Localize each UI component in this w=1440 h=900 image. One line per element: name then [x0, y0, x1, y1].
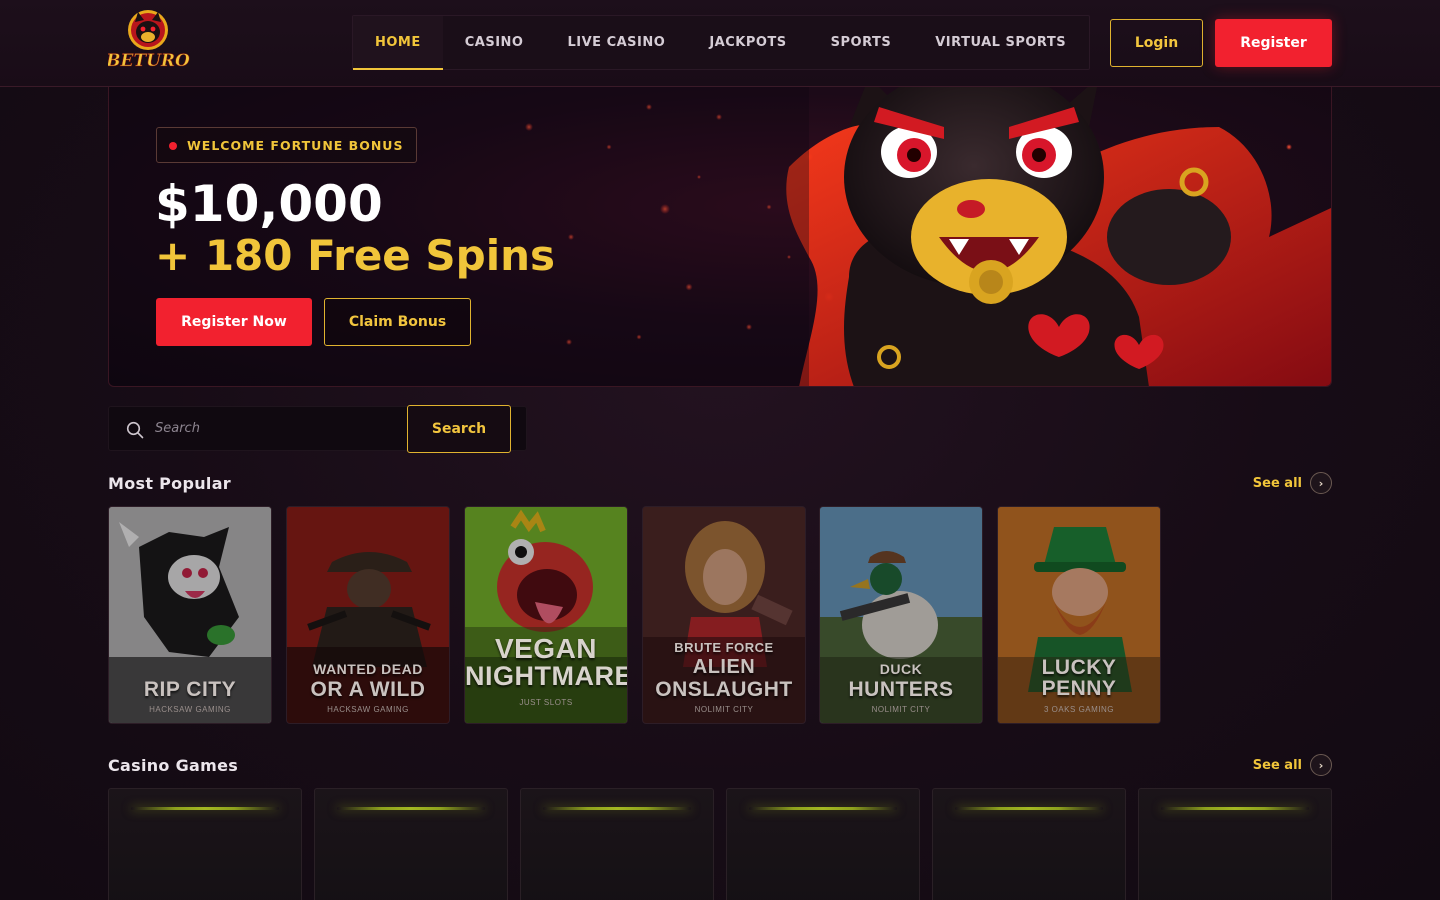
see-all-label: See all [1252, 757, 1302, 773]
search-icon [126, 421, 144, 439]
casino-game-card-placeholder[interactable] [314, 788, 508, 900]
register-button[interactable]: Register [1215, 19, 1332, 67]
loading-glow [543, 807, 691, 810]
game-title-line1: DUCK [879, 661, 923, 677]
game-provider: HACKSAW GAMING [327, 705, 409, 714]
nav-home[interactable]: HOME [353, 16, 443, 70]
game-title-line1: VEGAN [494, 633, 598, 664]
welcome-bonus-badge: WELCOME FORTUNE BONUS [156, 127, 418, 163]
game-provider: HACKSAW GAMING [149, 705, 231, 714]
loading-glow [749, 807, 897, 810]
game-title-line1: ALIEN [692, 656, 756, 678]
game-title-line1: LUCKY [1041, 656, 1117, 679]
logo-text: BETURO [108, 51, 190, 71]
site-header: BETURO HOME CASINO LIVE CASINO JACKPOTS … [0, 0, 1440, 87]
main-nav: HOME CASINO LIVE CASINO JACKPOTS SPORTS … [352, 15, 1090, 70]
beturo-logo[interactable]: BETURO [105, 8, 190, 74]
most-popular-see-all[interactable]: See all › [1253, 472, 1332, 494]
loading-glow [1161, 807, 1309, 810]
game-card-lucky-penny[interactable]: LUCKY PENNY 3 OAKS GAMING [997, 506, 1161, 724]
claim-bonus-button[interactable]: Claim Bonus [324, 298, 471, 346]
loading-glow [955, 807, 1103, 810]
casino-game-card-placeholder[interactable] [108, 788, 302, 900]
hero-free-spins: + 180 Free Spins [155, 231, 556, 280]
game-title: RIP CITY [143, 678, 237, 701]
register-now-button[interactable]: Register Now [156, 298, 312, 346]
loading-glow [337, 807, 485, 810]
cat-logo-icon: BETURO [105, 10, 190, 71]
see-all-label: See all [1252, 475, 1302, 491]
loading-glow [131, 807, 279, 810]
game-title-line2: OR A WILD [310, 678, 426, 701]
casino-game-card-placeholder[interactable] [726, 788, 920, 900]
badge-label: WELCOME FORTUNE BONUS [187, 137, 404, 153]
game-card-alien-onslaught[interactable]: BRUTE FORCE ALIEN ONSLAUGHT NOLIMIT CITY [642, 506, 806, 724]
hero-banner: WELCOME FORTUNE BONUS $10,000 + 180 Free… [108, 87, 1332, 387]
badge-dot-icon [169, 142, 177, 150]
game-card-duck-hunters[interactable]: DUCK HUNTERS NOLIMIT CITY [819, 506, 983, 724]
casino-game-card-placeholder[interactable] [932, 788, 1126, 900]
game-provider: 3 OAKS GAMING [1043, 705, 1115, 714]
casino-game-card-placeholder[interactable] [520, 788, 714, 900]
game-title-line2: HUNTERS [848, 678, 954, 701]
nav-live-casino[interactable]: LIVE CASINO [545, 16, 687, 69]
game-card-rip-city[interactable]: RIP CITY HACKSAW GAMING [108, 506, 272, 724]
game-card-wanted-dead-or-a-wild[interactable]: WANTED DEAD OR A WILD HACKSAW GAMING [286, 506, 450, 724]
game-provider: NOLIMIT CITY [871, 705, 931, 714]
chevron-right-icon: › [1310, 754, 1332, 776]
login-button[interactable]: Login [1110, 19, 1203, 67]
search-button[interactable]: Search [407, 405, 511, 453]
casino-games-title: Casino Games [108, 756, 239, 775]
game-provider: NOLIMIT CITY [694, 705, 754, 714]
game-title-line0: BRUTE FORCE [674, 640, 774, 655]
most-popular-title: Most Popular [108, 474, 231, 493]
hero-bonus-amount: $10,000 [155, 175, 383, 233]
casino-games-see-all[interactable]: See all › [1253, 754, 1332, 776]
game-title-line2: PENNY [1041, 677, 1117, 700]
game-provider: JUST SLOTS [519, 698, 573, 707]
game-card-vegan-nightmare[interactable]: VEGAN NIGHTMARE JUST SLOTS [464, 506, 628, 724]
nav-virtual-sports[interactable]: VIRTUAL SPORTS [913, 16, 1088, 69]
game-title-line1: WANTED DEAD [313, 661, 423, 677]
game-title-line2: NIGHTMARE [465, 661, 628, 691]
search-input[interactable] [155, 407, 405, 450]
nav-sports[interactable]: SPORTS [809, 16, 914, 69]
game-title-line2: ONSLAUGHT [655, 678, 793, 701]
casino-game-card-placeholder[interactable] [1138, 788, 1332, 900]
chevron-right-icon: › [1310, 472, 1332, 494]
nav-jackpots[interactable]: JACKPOTS [687, 16, 808, 69]
nav-casino[interactable]: CASINO [443, 16, 546, 69]
